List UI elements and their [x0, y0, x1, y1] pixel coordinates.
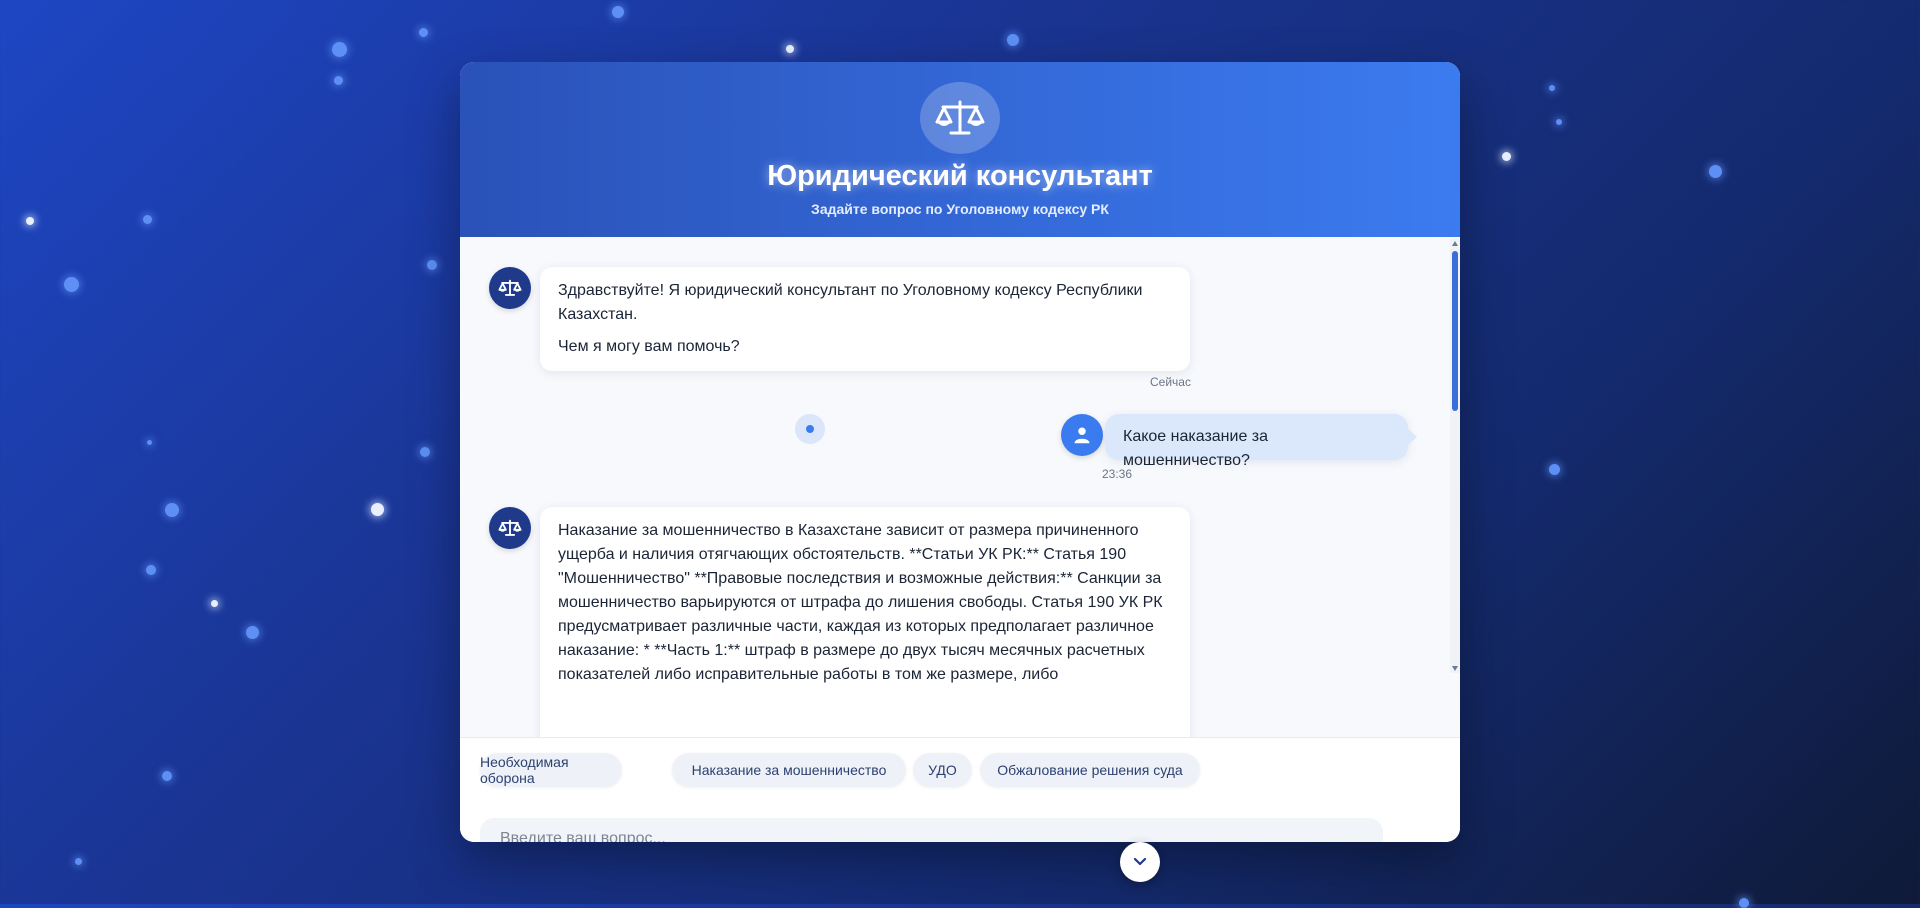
suggestion-chips: Необходимая оборона Наказание за мошенни…	[460, 737, 1460, 804]
suggestion-chip[interactable]: Обжалование решения суда	[980, 753, 1200, 787]
messages-scrollbar[interactable]	[1450, 239, 1460, 673]
question-input[interactable]	[480, 818, 1383, 842]
message-text: Чем я могу вам помочь?	[558, 338, 740, 355]
user-avatar	[1061, 414, 1103, 456]
page-subtitle: Задайте вопрос по Уголовному кодексу РК	[811, 201, 1109, 217]
bot-message: Здравствуйте! Я юридический консультант …	[540, 267, 1190, 371]
chevron-down-icon	[1133, 857, 1147, 866]
suggestion-chip[interactable]: Необходимая оборона	[480, 753, 622, 787]
user-icon	[1074, 427, 1090, 444]
scales-icon	[498, 279, 522, 296]
typing-indicator	[795, 414, 825, 444]
suggestion-chip[interactable]: Наказание за мошенничество	[672, 753, 906, 787]
bot-message: Наказание за мошенничество в Казахстане …	[540, 507, 1190, 737]
user-message: Какое наказание за мошенничество?	[1105, 414, 1417, 469]
scales-icon	[920, 82, 1000, 154]
scroll-down-arrow[interactable]	[1452, 666, 1458, 671]
suggestion-chip[interactable]: УДО	[913, 753, 972, 787]
scales-icon	[498, 519, 522, 536]
message-text: Какое наказание за мошенничество?	[1123, 428, 1269, 469]
chat-window: Юридический консультант Задайте вопрос п…	[460, 62, 1460, 842]
page-title: Юридический консультант	[767, 160, 1153, 192]
bot-avatar	[489, 507, 531, 549]
message-timestamp: 23:36	[1102, 467, 1133, 481]
bot-avatar	[489, 267, 531, 309]
scroll-down-button[interactable]	[1120, 842, 1160, 882]
composer	[460, 803, 1460, 842]
scrollbar-thumb[interactable]	[1452, 251, 1458, 411]
chat-header: Юридический консультант Задайте вопрос п…	[460, 62, 1460, 237]
message-list[interactable]: Здравствуйте! Я юридический консультант …	[460, 237, 1460, 737]
message-timestamp: Сейчас	[1150, 375, 1191, 389]
message-text: Здравствуйте! Я юридический консультант …	[558, 282, 1143, 323]
message-text: Наказание за мошенничество в Казахстане …	[558, 522, 1163, 683]
scroll-up-arrow[interactable]	[1452, 241, 1458, 246]
